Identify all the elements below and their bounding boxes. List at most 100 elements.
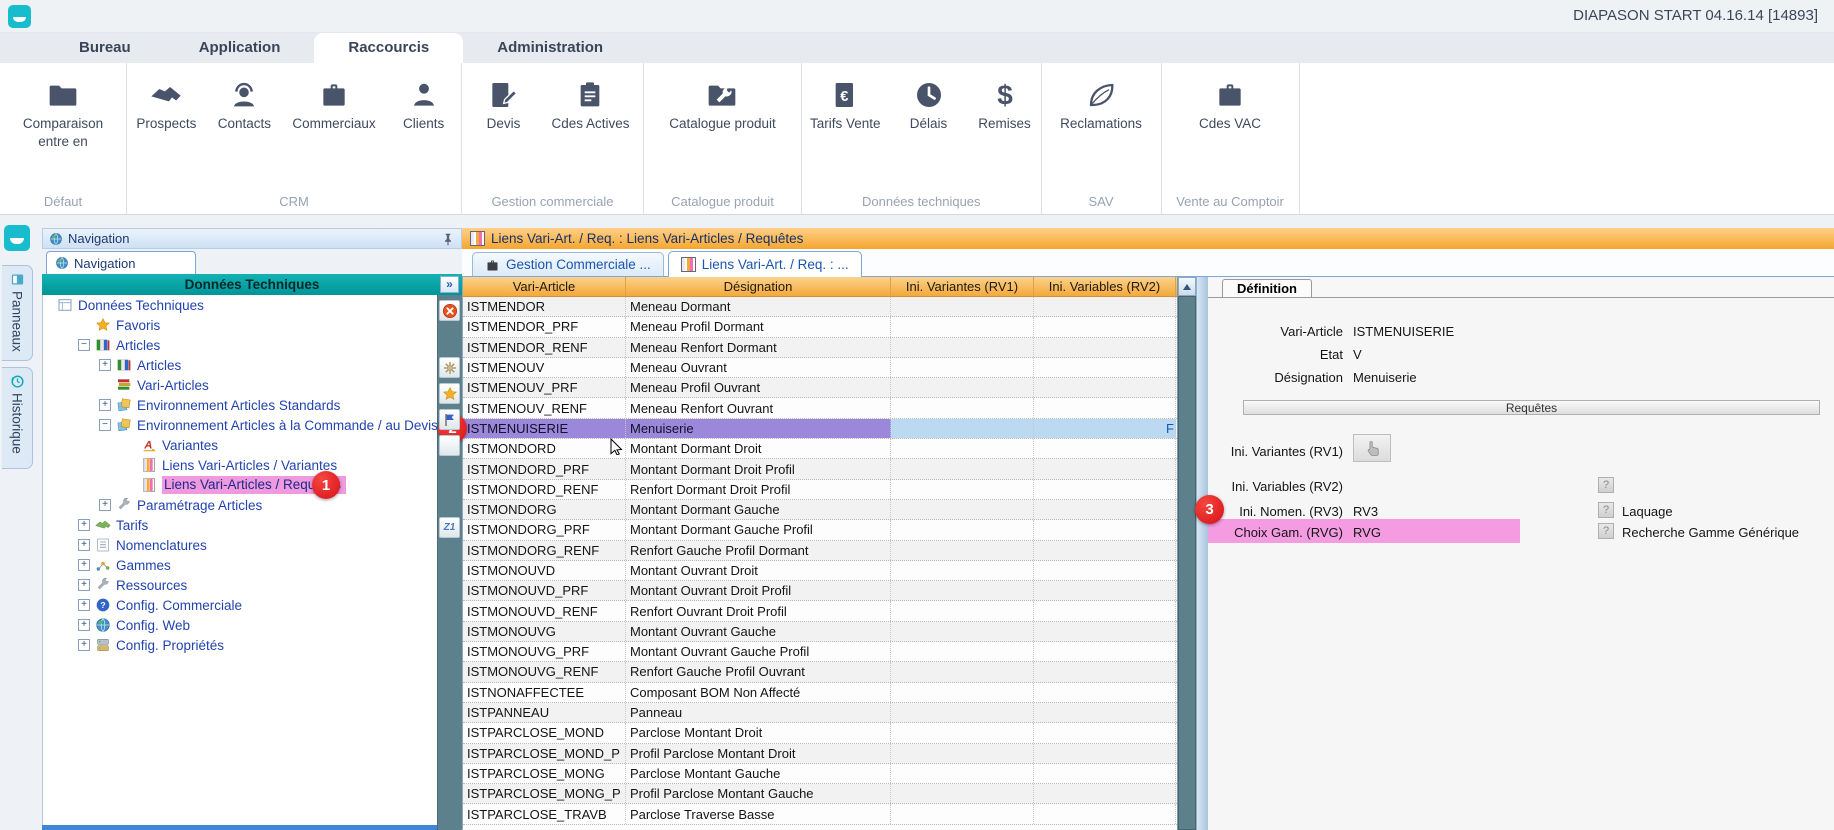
gear-button[interactable] [439, 357, 460, 378]
table-row-istmondorg_renf[interactable]: ISTMONDORG_RENFRenfort Gauche Profil Dor… [463, 541, 1177, 561]
table-row-istparclose_mong_p[interactable]: ISTPARCLOSE_MONG_PProfil Parclose Montan… [463, 784, 1177, 804]
ribbon-button-cdes-vac[interactable]: Cdes VAC [1191, 79, 1269, 133]
table-row-istpanneau[interactable]: ISTPANNEAUPanneau [463, 703, 1177, 723]
table-row-istmenouv[interactable]: ISTMENOUVMeneau Ouvrant [463, 358, 1177, 378]
rail-tab-panneaux[interactable]: Panneaux [2, 265, 33, 361]
expand-icon[interactable]: + [99, 399, 111, 411]
document-tab-gestion-commerciale-[interactable]: Gestion Commerciale ... [472, 252, 664, 276]
menu-tab-administration[interactable]: Administration [463, 33, 637, 63]
scroll-up-button[interactable] [1178, 277, 1196, 296]
collapse-icon[interactable]: − [99, 419, 111, 431]
flag-button[interactable] [439, 409, 460, 430]
tree-item-liens-vari-articles-variantes[interactable]: Liens Vari-Articles / Variantes [43, 455, 437, 475]
tree-item-donn-es-techniques[interactable]: Données Techniques [43, 295, 437, 315]
tree-item-favoris[interactable]: Favoris [43, 315, 437, 335]
extra-button[interactable] [439, 435, 460, 456]
tree-item-config-commerciale[interactable]: +?Config. Commerciale [43, 595, 437, 615]
tab-definition[interactable]: Définition [1222, 279, 1312, 298]
table-row-istparclose_mong[interactable]: ISTPARCLOSE_MONGParclose Montant Gauche [463, 764, 1177, 784]
ribbon-button-contacts[interactable]: Contacts [208, 79, 280, 133]
table-row-istmonouvg_prf[interactable]: ISTMONOUVG_PRFMontant Ouvrant Gauche Pro… [463, 642, 1177, 662]
menu-tab-raccourcis[interactable]: Raccourcis [314, 33, 463, 63]
table-row-istmondorg[interactable]: ISTMONDORGMontant Dormant Gauche [463, 500, 1177, 520]
tree-item-config-web[interactable]: +Config. Web [43, 615, 437, 635]
panel-splitter[interactable] [1196, 277, 1208, 830]
ribbon-button-reclamations[interactable]: Reclamations [1052, 79, 1150, 133]
ribbon-button-comparaison-entre-en[interactable]: Comparaison entre en [0, 79, 126, 150]
tree-item-ressources[interactable]: +Ressources [43, 575, 437, 595]
table-row-istmenuiserie[interactable]: ISTMENUISERIEMenuiserie [463, 419, 1177, 439]
table-row-istmendor_prf[interactable]: ISTMENDOR_PRFMeneau Profil Dormant [463, 317, 1177, 337]
table-row-istparclose_travb[interactable]: ISTPARCLOSE_TRAVBParclose Traverse Basse [463, 804, 1177, 824]
table-row-istmendor_renf[interactable]: ISTMENDOR_RENFMeneau Renfort Dormant [463, 338, 1177, 358]
table-row-istmendor[interactable]: ISTMENDORMeneau Dormant [463, 297, 1177, 317]
table-row-istmondord_prf[interactable]: ISTMONDORD_PRFMontant Dormant Droit Prof… [463, 459, 1177, 479]
tree-item-gammes[interactable]: +Gammes [43, 555, 437, 575]
rail-tab-historique[interactable]: Historique [2, 367, 33, 469]
table-row-istmondord_renf[interactable]: ISTMONDORD_RENFRenfort Dormant Droit Pro… [463, 480, 1177, 500]
grid-column-header-ini-variables-rv2-[interactable]: Ini. Variables (RV2) [1034, 277, 1176, 296]
grid-column-header-d-signation[interactable]: Désignation [626, 277, 891, 296]
tree-item-articles[interactable]: +Articles [43, 355, 437, 375]
expand-icon[interactable]: + [78, 599, 90, 611]
tree-item-param-trage-articles[interactable]: +Paramétrage Articles [43, 495, 437, 515]
grid-column-header-vari-article[interactable]: Vari-Article [463, 277, 626, 296]
ribbon-button-remises[interactable]: $Remises [969, 79, 1041, 133]
tree-item-variantes[interactable]: AVariantes [43, 435, 437, 455]
tree-item-config-propri-t-s[interactable]: +Config. Propriétés [43, 635, 437, 655]
pin-icon[interactable] [441, 232, 455, 246]
grid-column-header-ini-variantes-rv1-[interactable]: Ini. Variantes (RV1) [891, 277, 1034, 296]
table-row-istmonouvg[interactable]: ISTMONOUVGMontant Ouvrant Gauche [463, 622, 1177, 642]
table-row-istmonouvg_renf[interactable]: ISTMONOUVG_RENFRenfort Gauche Profil Ouv… [463, 662, 1177, 682]
ribbon-button-catalogue-produit[interactable]: Catalogue produit [661, 79, 784, 133]
ribbon-button-commerciaux[interactable]: Commerciaux [284, 79, 383, 133]
expand-icon[interactable]: + [78, 579, 90, 591]
expand-icon[interactable]: + [99, 499, 111, 511]
tree-item-vari-articles[interactable]: Vari-Articles [43, 375, 437, 395]
ribbon-button-d-lais[interactable]: Délais [893, 79, 965, 133]
tree-item-environnement-articles-la-commande-au-devis[interactable]: −Environnement Articles à la Commande / … [43, 415, 437, 435]
help-question-button[interactable]: ? [1598, 523, 1614, 539]
table-row-istmondorg_prf[interactable]: ISTMONDORG_PRFMontant Dormant Gauche Pro… [463, 520, 1177, 540]
menu-tab-bureau[interactable]: Bureau [45, 33, 165, 63]
ribbon-button-clients[interactable]: Clients [388, 79, 460, 133]
expand-icon[interactable]: + [78, 539, 90, 551]
table-row-istparclose_mond_p[interactable]: ISTPARCLOSE_MOND_PProfil Parclose Montan… [463, 744, 1177, 764]
help-question-button[interactable]: ? [1598, 502, 1614, 518]
menu-tab-application[interactable]: Application [165, 33, 315, 63]
table-row-istmonouvd[interactable]: ISTMONOUVDMontant Ouvrant Droit [463, 561, 1177, 581]
hand-pointer-button[interactable] [1353, 434, 1391, 462]
ribbon-button-tarifs-vente[interactable]: €Tarifs Vente [802, 79, 889, 133]
z1-button[interactable]: Z1 [439, 517, 460, 538]
tree-item-tarifs[interactable]: +Tarifs [43, 515, 437, 535]
expand-icon[interactable]: + [99, 359, 111, 371]
close-red-button[interactable] [439, 300, 460, 321]
document-tab-liens-vari-art-req-[interactable]: Liens Vari-Art. / Req. : ... [668, 251, 862, 277]
table-row-istmondord[interactable]: ISTMONDORDMontant Dormant Droit [463, 439, 1177, 459]
table-row-istmenouv_renf[interactable]: ISTMENOUV_RENFMeneau Renfort Ouvrant [463, 398, 1177, 418]
tree-item-environnement-articles-standards[interactable]: +Environnement Articles Standards [43, 395, 437, 415]
vertical-scrollbar[interactable] [1177, 277, 1196, 830]
expand-icon[interactable]: + [78, 619, 90, 631]
tab-navigation[interactable]: Navigation [46, 251, 196, 274]
ribbon-button-cdes-actives[interactable]: Cdes Actives [543, 79, 637, 133]
table-row-istnonaffectee[interactable]: ISTNONAFFECTEEComposant BOM Non Affecté [463, 683, 1177, 703]
expand-icon[interactable]: + [78, 639, 90, 651]
tree-item-articles[interactable]: −Articles [43, 335, 437, 355]
expand-icon[interactable]: + [78, 519, 90, 531]
expand-icon[interactable]: + [78, 559, 90, 571]
table-row-istmonouvd_renf[interactable]: ISTMONOUVD_RENFRenfort Ouvrant Droit Pro… [463, 601, 1177, 621]
table-row-istmonouvd_prf[interactable]: ISTMONOUVD_PRFMontant Ouvrant Droit Prof… [463, 581, 1177, 601]
rail-logo-icon[interactable] [4, 225, 30, 251]
scrollbar-thumb[interactable] [1178, 296, 1196, 830]
collapse-icon[interactable]: − [78, 339, 90, 351]
table-row-istparclose_mond[interactable]: ISTPARCLOSE_MONDParclose Montant Droit [463, 723, 1177, 743]
ribbon-button-devis[interactable]: Devis [467, 79, 539, 133]
table-row-istmenouv_prf[interactable]: ISTMENOUV_PRFMeneau Profil Ouvrant [463, 378, 1177, 398]
expand-chevrons-button[interactable]: » [440, 276, 459, 293]
ribbon-button-prospects[interactable]: Prospects [128, 79, 204, 133]
help-question-button[interactable]: ? [1598, 477, 1614, 493]
favorite-button[interactable] [439, 383, 460, 404]
tree-item-nomenclatures[interactable]: +Nomenclatures [43, 535, 437, 555]
tree-item-liens-vari-articles-requ-tes[interactable]: Liens Vari-Articles / Requêtes [43, 475, 437, 495]
